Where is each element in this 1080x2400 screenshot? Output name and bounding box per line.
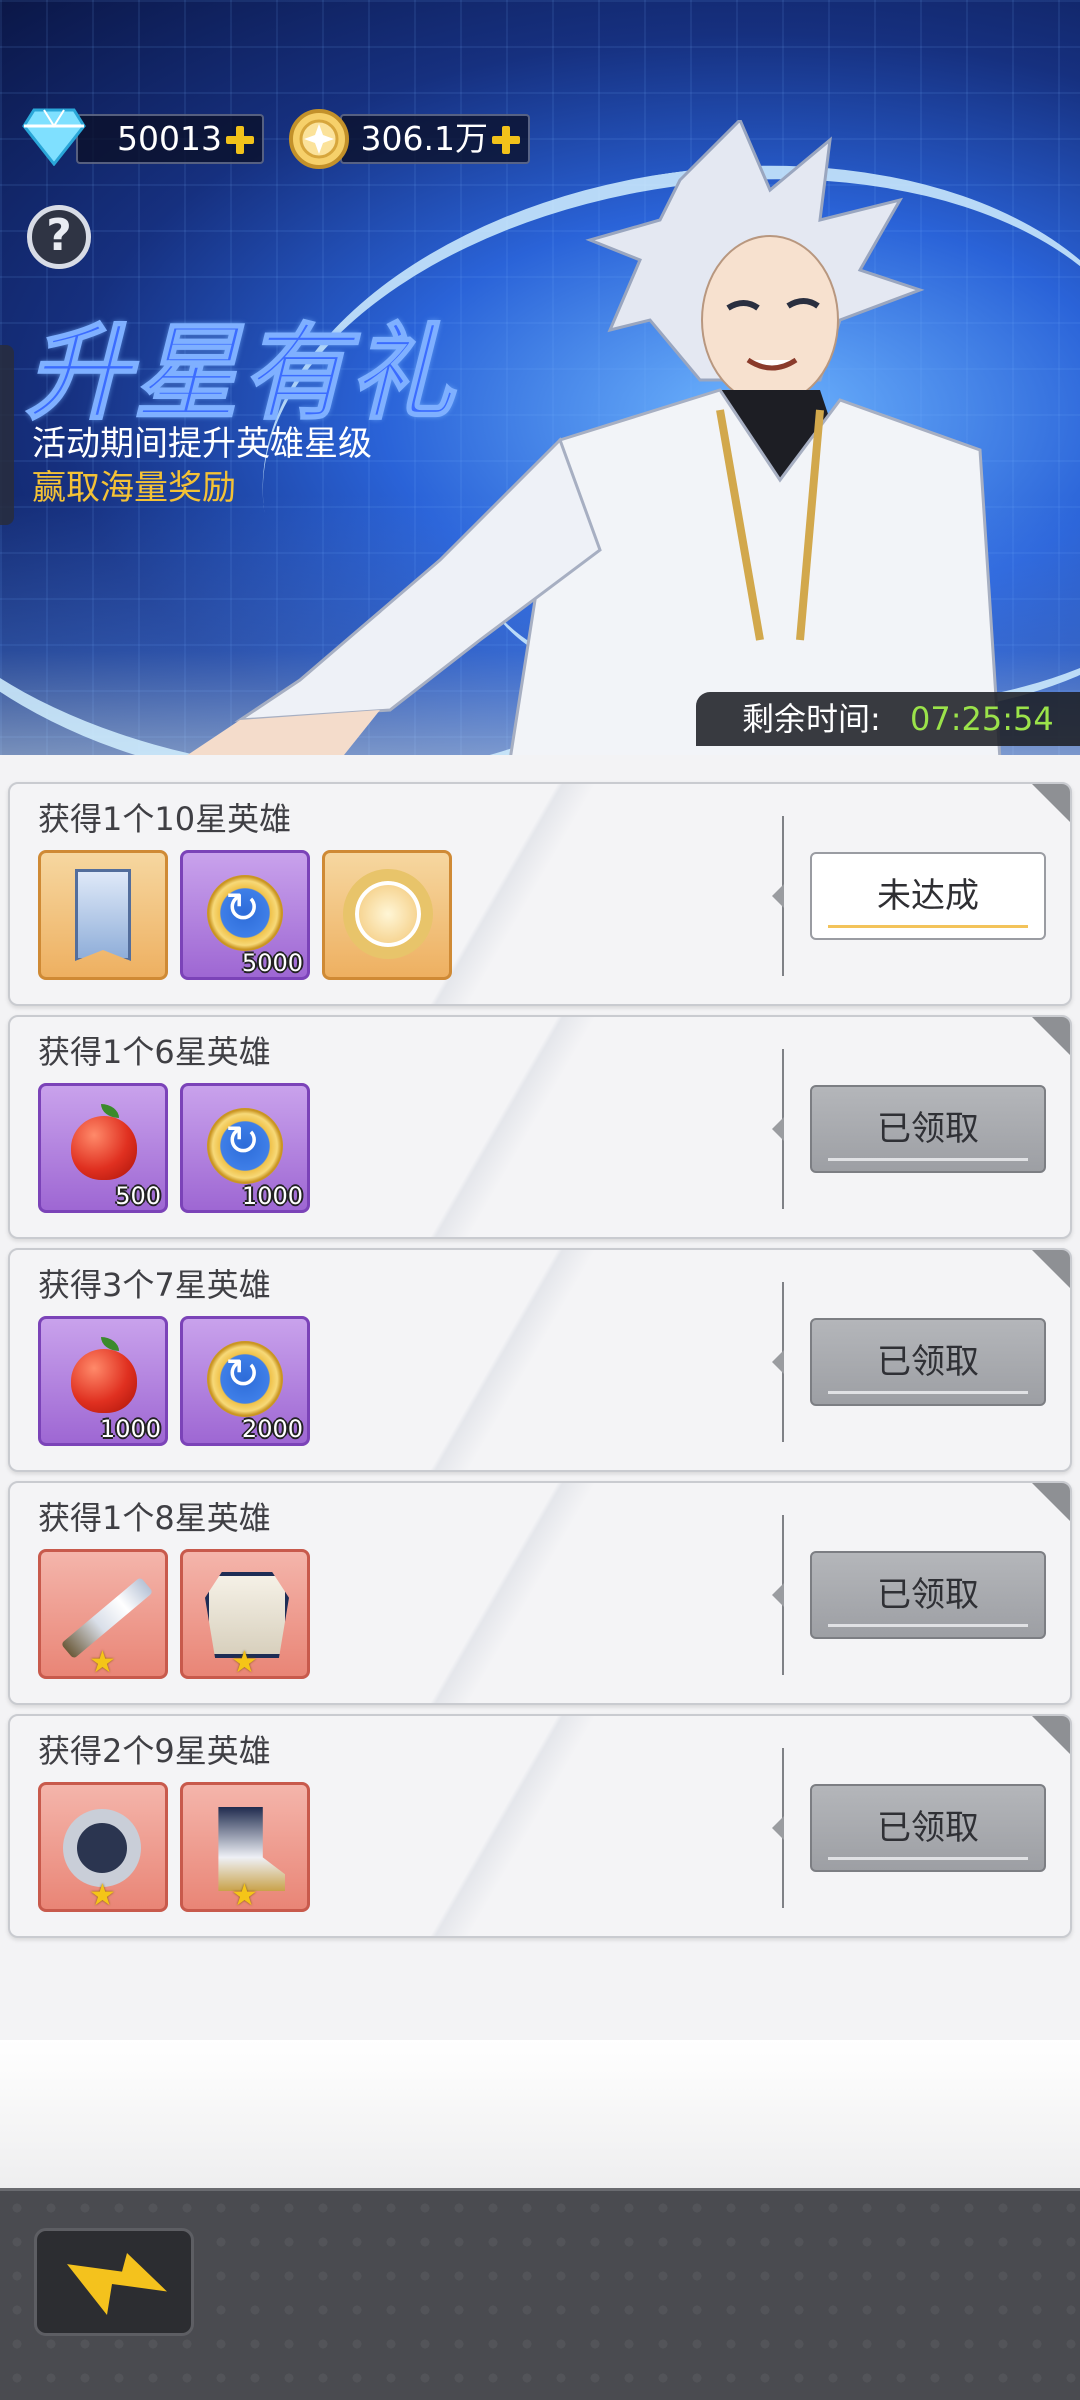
task-card: 获得1个8星英雄 ★ ★ 已领取	[8, 1481, 1072, 1705]
help-question-icon: ?	[46, 210, 72, 261]
event-subtitle-highlight: 赢取海量奖励	[32, 468, 236, 508]
reward-item[interactable]	[322, 850, 452, 980]
apple-icon	[71, 1104, 137, 1180]
reward-item[interactable]: 5000	[180, 850, 310, 980]
task-card: 获得1个10星英雄 5000 未达成	[8, 782, 1072, 1006]
content-fade	[0, 2040, 1080, 2190]
diamond-count: 50013	[117, 119, 222, 158]
timer-label: 剩余时间:	[742, 700, 881, 738]
status-label: 未达成	[877, 876, 979, 916]
status-label: 已领取	[877, 1342, 979, 1382]
status-label: 已领取	[877, 1575, 979, 1615]
event-subtitle: 活动期间提升英雄星级	[32, 424, 372, 464]
apple-icon	[71, 1337, 137, 1413]
side-drawer-handle[interactable]	[0, 345, 14, 525]
banner-scroll-icon	[75, 869, 131, 961]
star-icon: ★	[89, 1645, 116, 1679]
dark-ring-icon	[63, 1809, 141, 1887]
task-title: 获得1个6星英雄	[38, 1033, 271, 1071]
event-banner: 50013 306.1万 ? 升星有礼 活动期间提升英雄星级 赢取海量奖励 剩余…	[0, 0, 1080, 755]
reward-item[interactable]: ★	[180, 1549, 310, 1679]
add-diamonds-plus-icon[interactable]	[226, 126, 254, 154]
reward-quantity: 2000	[241, 1415, 303, 1443]
reward-quantity: 1000	[99, 1415, 161, 1443]
reward-quantity: 500	[115, 1182, 161, 1210]
medal-coin-icon	[207, 875, 283, 951]
star-icon: ★	[231, 1645, 258, 1679]
task-card: 获得2个9星英雄 ★ ★ 已领取	[8, 1714, 1072, 1938]
claimed-button[interactable]: 已领取	[810, 1551, 1046, 1639]
reward-item[interactable]: ★	[180, 1782, 310, 1912]
diamond-icon	[22, 108, 86, 166]
reward-item[interactable]: 2000	[180, 1316, 310, 1446]
timer-value: 07:25:54	[910, 700, 1054, 738]
add-gold-plus-icon[interactable]	[492, 126, 520, 154]
task-title: 获得3个7星英雄	[38, 1266, 271, 1304]
back-arrow-icon	[67, 2253, 167, 2315]
status-label: 已领取	[877, 1808, 979, 1848]
golden-ring-icon	[343, 869, 433, 959]
gold-coin-icon	[289, 109, 349, 169]
reward-quantity: 1000	[241, 1182, 303, 1210]
gold-counter[interactable]: 306.1万	[340, 114, 530, 164]
reward-item[interactable]: 500	[38, 1083, 168, 1213]
task-title: 获得1个10星英雄	[38, 800, 292, 838]
diamond-counter[interactable]: 50013	[76, 114, 264, 164]
star-icon: ★	[231, 1878, 258, 1912]
task-card: 获得1个6星英雄 500 1000 已领取	[8, 1015, 1072, 1239]
reward-item[interactable]: 1000	[180, 1083, 310, 1213]
medal-coin-icon	[207, 1108, 283, 1184]
gold-count: 306.1万	[360, 119, 488, 158]
status-label: 已领取	[877, 1109, 979, 1149]
reward-quantity: 5000	[241, 949, 303, 977]
task-card: 获得3个7星英雄 1000 2000 已领取	[8, 1248, 1072, 1472]
claimed-button[interactable]: 已领取	[810, 1085, 1046, 1173]
reward-item[interactable]: 1000	[38, 1316, 168, 1446]
claimed-button[interactable]: 已领取	[810, 1318, 1046, 1406]
task-title: 获得1个8星英雄	[38, 1499, 271, 1537]
task-title: 获得2个9星英雄	[38, 1732, 271, 1770]
reward-item[interactable]: ★	[38, 1782, 168, 1912]
back-button[interactable]	[34, 2228, 194, 2336]
reward-item[interactable]: ★	[38, 1549, 168, 1679]
star-icon: ★	[89, 1878, 116, 1912]
claimed-button[interactable]: 已领取	[810, 1784, 1046, 1872]
help-button[interactable]: ?	[27, 205, 91, 269]
claim-status-button[interactable]: 未达成	[810, 852, 1046, 940]
reward-item[interactable]	[38, 850, 168, 980]
medal-coin-icon	[207, 1341, 283, 1417]
remaining-time: 剩余时间: 07:25:54	[696, 692, 1080, 746]
